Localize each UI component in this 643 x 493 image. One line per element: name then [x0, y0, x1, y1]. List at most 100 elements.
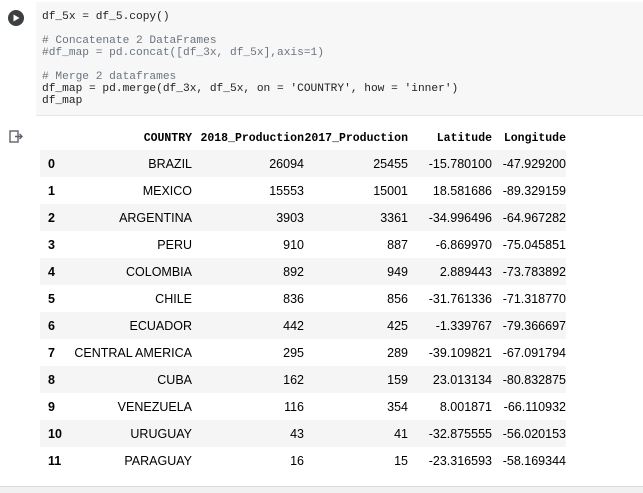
table-cell: 2.889443 [439, 264, 492, 279]
table-cell: -39.109821 [428, 345, 492, 360]
table-row: 8 CUBA 162 159 23.013134 -80.832875 [40, 366, 566, 393]
table-cell: 354 [387, 399, 408, 414]
table-cell: MEXICO [142, 183, 192, 198]
column-header: Latitude [436, 132, 492, 145]
output-arrow-icon[interactable] [9, 130, 23, 144]
table-cell: -47.929200 [502, 156, 566, 171]
cell-output: COUNTRY 2018_Production 2017_Production Lat… [0, 119, 643, 493]
table-cell: 856 [387, 291, 408, 306]
table-cell: PERU [157, 237, 192, 252]
table-cell: 116 [284, 399, 304, 414]
table-cell: 16 [290, 453, 304, 468]
table-cell: -79.366697 [502, 318, 566, 333]
table-cell: 295 [283, 345, 304, 360]
table-cell: 442 [283, 318, 304, 333]
table-cell: 8.001871 [439, 399, 492, 414]
table-cell: -15.780100 [428, 156, 492, 171]
table-cell: 3903 [276, 210, 304, 225]
table-cell: 41 [394, 426, 408, 441]
code-line: df_map [42, 95, 83, 107]
table-cell: COLOMBIA [126, 264, 192, 279]
table-cell: 15001 [373, 183, 408, 198]
table-row: 2 ARGENTINA 3903 3361 -34.996496 -64.967282 [40, 204, 566, 231]
row-index: 3 [48, 237, 55, 252]
row-index: 10 [48, 426, 62, 441]
column-header: 2017_Production [304, 132, 408, 145]
table-cell: CHILE [155, 291, 192, 306]
table-cell: 887 [387, 237, 408, 252]
play-icon [13, 14, 20, 22]
table-cell: 289 [387, 345, 408, 360]
row-index: 11 [48, 453, 62, 468]
table-cell: -58.169344 [502, 453, 566, 468]
table-cell: 910 [283, 237, 304, 252]
code-line: df_5x = df_5.copy() [42, 11, 170, 23]
table-cell: CUBA [157, 372, 192, 387]
table-cell: 15553 [269, 183, 304, 198]
table-cell: -34.996496 [428, 210, 492, 225]
table-row: 10 URUGUAY 43 41 -32.875555 -56.020153 [40, 420, 566, 447]
row-index: 9 [48, 399, 55, 414]
table-cell: -1.339767 [435, 318, 492, 333]
row-index: 7 [48, 345, 55, 360]
code-editor[interactable]: df_5x = df_5.copy() # Concatenate 2 DataF… [36, 2, 643, 116]
code-line: # Merge 2 dataframes [42, 71, 177, 83]
table-row: 4 COLOMBIA 892 949 2.889443 -73.783892 [40, 258, 566, 285]
table-row: 9 VENEZUELA 116 354 8.001871 -66.110932 [40, 393, 566, 420]
table-cell: -32.875555 [428, 426, 492, 441]
table-cell: -89.329159 [502, 183, 566, 198]
table-cell: ARGENTINA [119, 210, 192, 225]
table-cell: 159 [387, 372, 408, 387]
table-cell: 43 [290, 426, 304, 441]
table-cell: -71.318770 [502, 291, 566, 306]
table-cell: 425 [387, 318, 408, 333]
table-cell: 25455 [373, 156, 408, 171]
row-index: 5 [48, 291, 55, 306]
table-cell: -31.761336 [428, 291, 492, 306]
dataframe-table: COUNTRY 2018_Production 2017_Production Lat… [40, 128, 566, 474]
row-index: 8 [48, 372, 55, 387]
code-line: #df_map = pd.concat([df_3x, df_5x],axis=… [42, 47, 324, 59]
table-cell: -73.783892 [502, 264, 566, 279]
table-row: 1 MEXICO 15553 15001 18.581686 -89.329159 [40, 177, 566, 204]
table-cell: PARAGUAY [124, 453, 192, 468]
table-row: 0 BRAZIL 26094 25455 -15.780100 -47.929200 [40, 150, 566, 177]
table-cell: 162 [283, 372, 304, 387]
table-header-row: COUNTRY 2018_Production 2017_Production Lat… [40, 128, 566, 150]
table-cell: BRAZIL [148, 156, 192, 171]
table-cell: 18.581686 [432, 183, 492, 198]
table-cell: ECUADOR [129, 318, 192, 333]
table-cell: 15 [394, 453, 408, 468]
column-header [40, 128, 74, 150]
row-index: 6 [48, 318, 55, 333]
table-cell: -23.316593 [428, 453, 492, 468]
table-cell: 949 [387, 264, 408, 279]
table-row: 11 PARAGUAY 16 15 -23.316593 -58.169344 [40, 447, 566, 474]
table-cell: 892 [283, 264, 304, 279]
code-line: # Concatenate 2 DataFrames [42, 35, 217, 47]
table-cell: -6.869970 [435, 237, 492, 252]
table-cell: -56.020153 [502, 426, 566, 441]
table-cell: URUGUAY [130, 426, 192, 441]
table-cell: CENTRAL AMERICA [74, 345, 192, 360]
table-cell: 3361 [380, 210, 408, 225]
table-cell: -64.967282 [502, 210, 566, 225]
table-cell: -80.832875 [502, 372, 566, 387]
run-cell-button[interactable] [8, 10, 24, 26]
row-index: 4 [48, 264, 55, 279]
code-cell[interactable]: df_5x = df_5.copy() # Concatenate 2 DataF… [0, 0, 643, 119]
column-header: 2018_Production [200, 132, 304, 145]
table-cell: VENEZUELA [117, 399, 192, 414]
column-header: COUNTRY [143, 132, 192, 145]
code-line: df_map = pd.merge(df_3x, df_5x, on = 'CO… [42, 83, 459, 95]
row-index: 2 [48, 210, 55, 225]
table-cell: 836 [283, 291, 304, 306]
table-row: 3 PERU 910 887 -6.869970 -75.045851 [40, 231, 566, 258]
table-cell: -75.045851 [502, 237, 566, 252]
table-cell: 26094 [269, 156, 304, 171]
column-header: Longitude [503, 132, 566, 145]
table-cell: 23.013134 [432, 372, 492, 387]
table-row: 7 CENTRAL AMERICA 295 289 -39.109821 -67.0917… [40, 339, 566, 366]
scrollbar-track[interactable] [0, 486, 643, 493]
